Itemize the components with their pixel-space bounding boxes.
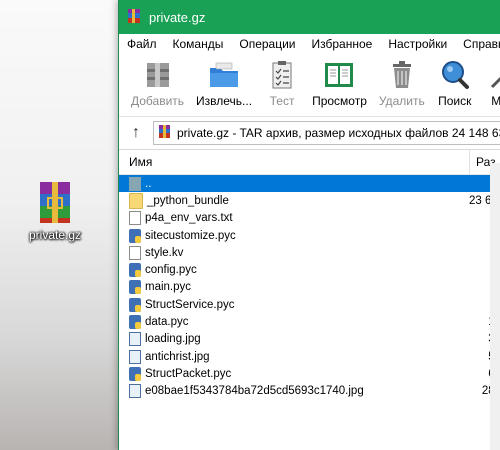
column-name-header[interactable]: Имя	[119, 155, 469, 169]
file-row[interactable]: e08bae1f5343784ba72d5cd5693c1740.jpg283	[119, 383, 500, 400]
file-list-header: Имя Раз	[119, 150, 500, 175]
image-file-icon	[129, 384, 141, 399]
file-name-cell: p4a_env_vars.txt	[119, 211, 469, 226]
python-file-icon	[129, 228, 141, 243]
text-file-icon	[129, 245, 141, 260]
file-row[interactable]: StructService.pyc9	[119, 296, 500, 313]
extract-label: Извлечь...	[196, 94, 253, 108]
extract-button[interactable]: Извлечь...	[196, 58, 252, 108]
file-row[interactable]: antichrist.jpg53	[119, 348, 500, 365]
trash-icon	[384, 58, 420, 92]
menu-bar: Файл Команды Операции Избранное Настройк…	[119, 34, 500, 54]
file-row[interactable]: p4a_env_vars.txt	[119, 210, 500, 227]
file-name-cell: main.pyc	[119, 280, 469, 295]
file-name-cell: data.pyc	[119, 315, 469, 330]
archive-small-icon	[158, 124, 171, 142]
file-name: p4a_env_vars.txt	[145, 212, 233, 225]
add-button[interactable]: Добавить	[131, 58, 184, 108]
magnifier-icon	[437, 58, 473, 92]
text-file-icon	[129, 211, 141, 226]
image-file-icon	[129, 332, 141, 347]
delete-label: Удалить	[378, 94, 425, 108]
window-title: private.gz	[149, 9, 206, 25]
add-archive-icon	[140, 58, 176, 92]
path-text: private.gz - TAR архив, размер исходных …	[177, 126, 500, 140]
delete-button[interactable]: Удалить	[379, 58, 425, 108]
wizard-label: Мас	[491, 94, 500, 108]
test-clipboard-icon	[264, 58, 300, 92]
menu-help[interactable]: Справка	[455, 37, 500, 51]
menu-settings[interactable]: Настройки	[380, 37, 455, 51]
file-name-cell: StructService.pyc	[119, 297, 469, 312]
file-row[interactable]: StructPacket.pyc66	[119, 365, 500, 382]
image-file-icon	[129, 349, 141, 364]
file-name-cell: e08bae1f5343784ba72d5cd5693c1740.jpg	[119, 384, 469, 399]
file-name-cell: ..	[119, 176, 469, 191]
file-name-cell: style.kv	[119, 245, 469, 260]
app-icon	[127, 8, 141, 27]
menu-commands[interactable]: Команды	[165, 37, 232, 51]
add-label: Добавить	[131, 94, 185, 108]
file-name: ..	[145, 177, 152, 190]
python-file-icon	[129, 297, 141, 312]
winrar-window: private.gz Файл Команды Операции Избранн…	[118, 0, 500, 450]
winrar-archive-icon	[34, 180, 76, 224]
menu-file[interactable]: Файл	[119, 37, 165, 51]
file-name: StructService.pyc	[145, 298, 235, 311]
file-name-cell: antichrist.jpg	[119, 349, 469, 364]
file-name-cell: _python_bundle	[119, 192, 469, 209]
menu-favorites[interactable]: Избранное	[304, 37, 381, 51]
vertical-scrollbar[interactable]	[490, 163, 500, 450]
test-label: Тест	[269, 94, 295, 108]
python-file-icon	[129, 315, 141, 330]
file-name: main.pyc	[145, 281, 192, 294]
file-row[interactable]: style.kv2	[119, 244, 500, 261]
title-bar[interactable]: private.gz	[119, 0, 500, 34]
menu-operations[interactable]: Операции	[231, 37, 303, 51]
desktop-archive-icon[interactable]: private.gz	[20, 180, 90, 242]
file-row[interactable]: _python_bundle23 669	[119, 192, 500, 209]
find-label: Поиск	[438, 94, 472, 108]
file-name: e08bae1f5343784ba72d5cd5693c1740.jpg	[145, 385, 364, 398]
wizard-icon	[485, 58, 500, 92]
test-button[interactable]: Тест	[264, 58, 300, 108]
file-row[interactable]: loading.jpg39	[119, 331, 500, 348]
python-file-icon	[129, 263, 141, 278]
file-name: antichrist.jpg	[145, 350, 210, 363]
file-row[interactable]: data.pyc15	[119, 313, 500, 330]
file-name: sitecustomize.pyc	[145, 229, 236, 242]
file-name-cell: sitecustomize.pyc	[119, 228, 469, 243]
extract-folder-icon	[206, 58, 242, 92]
view-label: Просмотр	[312, 94, 367, 108]
view-book-icon	[321, 58, 357, 92]
file-name: loading.jpg	[145, 333, 201, 346]
file-name-cell: loading.jpg	[119, 332, 469, 347]
file-name-cell: config.pyc	[119, 263, 469, 278]
python-file-icon	[129, 366, 141, 381]
up-arrow-button[interactable]: ↑	[119, 124, 153, 142]
file-name: style.kv	[145, 246, 184, 259]
folder-icon	[129, 192, 143, 209]
find-button[interactable]: Поиск	[437, 58, 473, 108]
python-file-icon	[129, 280, 141, 295]
file-row[interactable]: ..	[119, 175, 500, 193]
file-name-cell: StructPacket.pyc	[119, 366, 469, 381]
file-name: _python_bundle	[147, 194, 229, 207]
wizard-button[interactable]: Мас	[485, 58, 500, 108]
desktop-icon-label: private.gz	[28, 228, 82, 242]
file-name: StructPacket.pyc	[145, 367, 232, 380]
file-list: .. _python_bundle23 669 p4a_env_vars.txtsi…	[119, 175, 500, 400]
parent-folder-icon	[129, 176, 141, 191]
file-name: data.pyc	[145, 316, 189, 329]
path-field[interactable]: private.gz - TAR архив, размер исходных …	[153, 121, 500, 145]
view-button[interactable]: Просмотр	[312, 58, 367, 108]
toolbar: Добавить Извлечь... Тест Просмотр Удалит…	[119, 54, 500, 117]
file-row[interactable]: main.pyc5	[119, 279, 500, 296]
file-row[interactable]: sitecustomize.pyc	[119, 227, 500, 244]
file-name: config.pyc	[145, 264, 197, 277]
address-bar: ↑ private.gz - TAR архив, размер исходны…	[119, 117, 500, 150]
file-row[interactable]: config.pyc2	[119, 261, 500, 278]
